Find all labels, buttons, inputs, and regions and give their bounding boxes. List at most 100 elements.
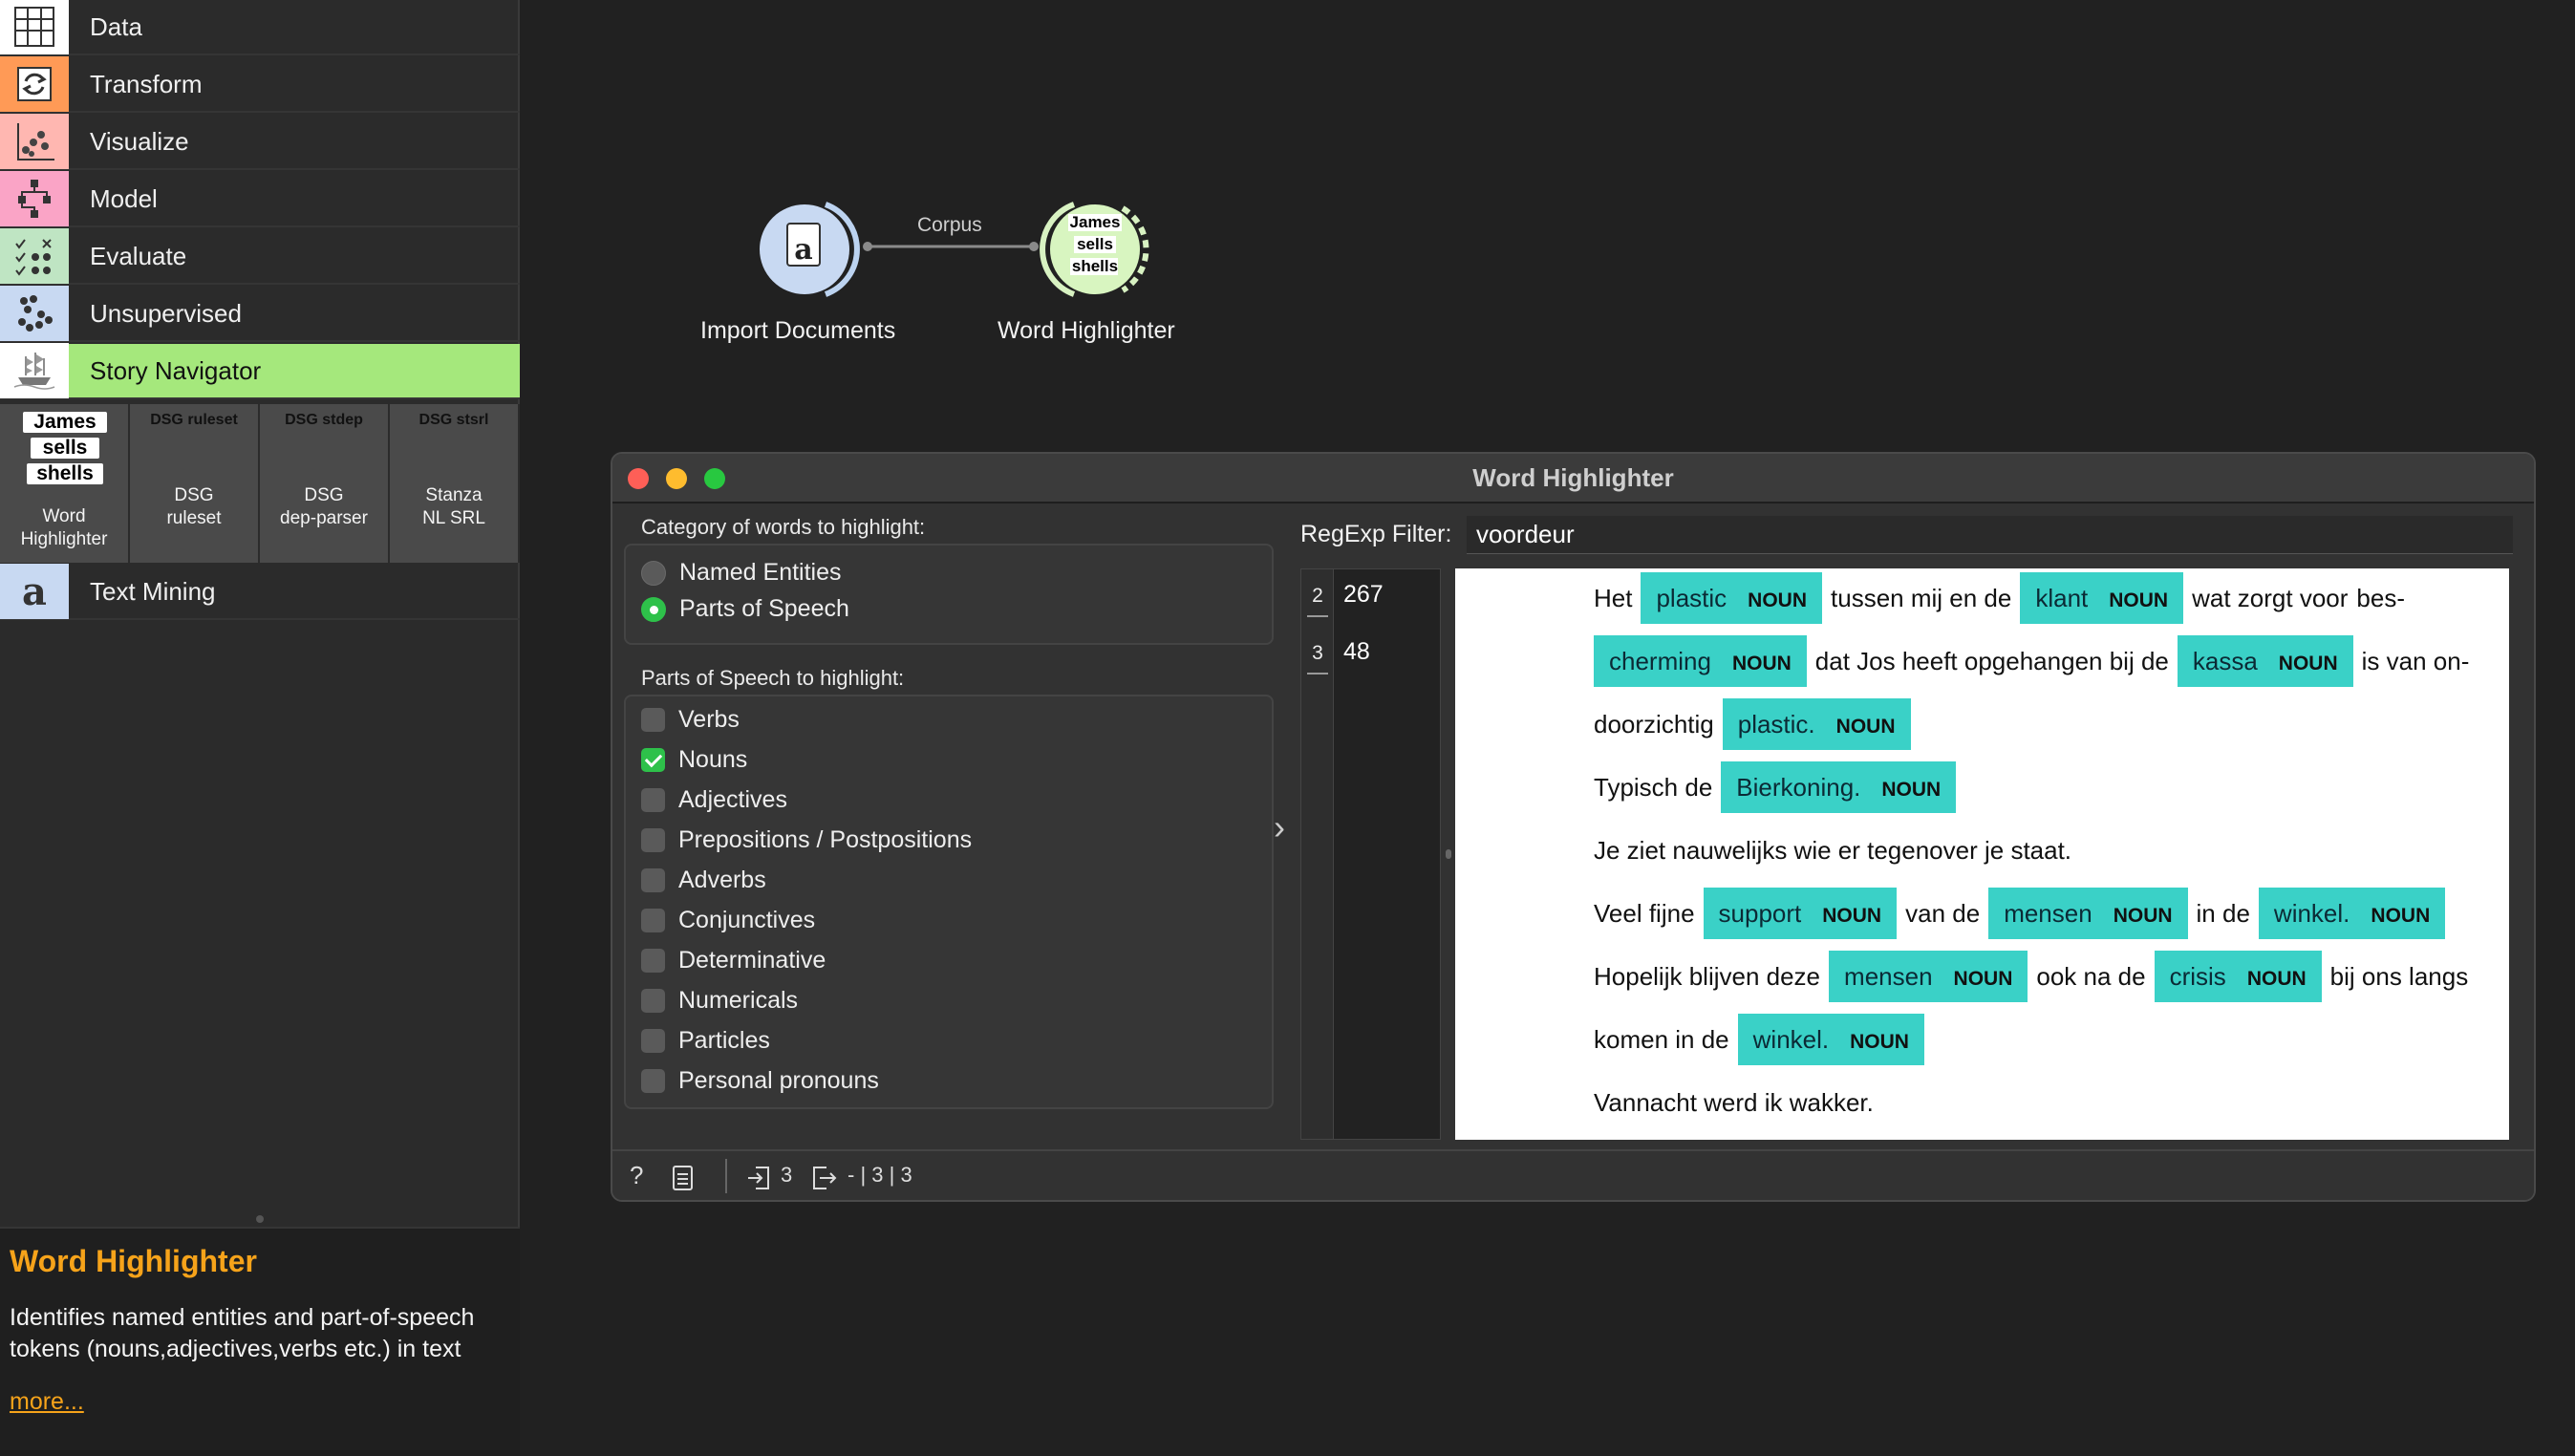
checkbox-numericals[interactable]: Numericals <box>641 987 798 1015</box>
checkbox-personal-pronouns[interactable]: Personal pronouns <box>641 1067 879 1095</box>
help-icon[interactable]: ? <box>630 1161 643 1190</box>
report-icon[interactable] <box>672 1165 695 1191</box>
input-icon <box>748 1167 769 1189</box>
category-visualize[interactable]: Visualize <box>0 114 520 170</box>
plain-text: Je ziet nauwelijks wie er tegenover je s… <box>1594 835 2072 865</box>
transform-icon <box>0 56 69 112</box>
checkbox-indicator <box>641 1069 665 1093</box>
row-index: 3 <box>1312 642 1323 664</box>
token-text: Bierkoning. <box>1736 772 1861 802</box>
highlighted-token: winkel. NOUN <box>1737 1014 1924 1065</box>
table-icon <box>0 0 69 54</box>
widget-stanza-nl-srl[interactable]: DSG stsrl Stanza NL SRL <box>390 404 520 563</box>
token-text: mensen <box>2004 898 2092 928</box>
row-divider <box>1307 615 1328 617</box>
node-word-highlighter[interactable]: James sells shells <box>1032 197 1151 302</box>
plain-text: Hopelijk blijven deze <box>1594 961 1821 991</box>
window-titlebar[interactable]: Word Highlighter <box>612 454 2534 503</box>
checkbox-indicator <box>641 909 665 932</box>
checkbox-label: Verbs <box>678 706 740 733</box>
token-text: crisis <box>2169 961 2226 991</box>
plain-text: Typisch de <box>1594 772 1713 802</box>
widget-word-highlighter[interactable]: James sells shells Word Highlighter <box>0 404 130 563</box>
widget-icon-label: DSG stdep <box>285 412 363 428</box>
description-title: Word Highlighter <box>10 1244 257 1278</box>
plain-text: Het <box>1594 583 1633 612</box>
chevron-right-icon[interactable]: › <box>1274 807 1285 847</box>
pos-tag: NOUN <box>1835 716 1896 738</box>
pos-tag: NOUN <box>2371 905 2431 927</box>
category-evaluate[interactable]: Evaluate <box>0 228 520 285</box>
checkbox-particles[interactable]: Particles <box>641 1027 770 1055</box>
tree-icon <box>0 171 69 226</box>
category-label: Evaluate <box>90 241 187 270</box>
highlighted-token: kassa NOUN <box>2177 635 2353 687</box>
pos-tag: NOUN <box>1953 968 2013 990</box>
checkbox-adverbs[interactable]: Adverbs <box>641 867 766 894</box>
cluster-icon <box>0 286 69 341</box>
category-unsupervised[interactable]: Unsupervised <box>0 286 520 342</box>
document-list[interactable]: 2 267 3 48 <box>1300 568 1441 1140</box>
checkbox-label: Personal pronouns <box>678 1067 879 1094</box>
svg-text:James: James <box>1070 213 1121 231</box>
checkbox-adjectives[interactable]: Adjectives <box>641 786 787 814</box>
pos-tag: NOUN <box>1881 779 1942 801</box>
checkbox-determinative[interactable]: Determinative <box>641 947 826 974</box>
checkbox-prepositions-postpositions[interactable]: Prepositions / Postpositions <box>641 826 972 854</box>
document-view: Het plastic NOUN tussen mij en de klant NOUN w… <box>1455 568 2509 1140</box>
pos-tag: NOUN <box>1731 653 1792 674</box>
plain-text: wat zorgt voor <box>2192 583 2349 612</box>
plain-text: in de <box>2196 898 2250 928</box>
status-bar: ? 3 - | 3 | 3 <box>612 1149 2534 1200</box>
output-summary: - | 3 | 3 <box>848 1163 912 1187</box>
checkbox-label: Adjectives <box>678 786 787 813</box>
highlighted-token: support NOUN <box>1703 888 1898 939</box>
widget-dsg-dep-parser[interactable]: DSG stdep DSG dep-parser <box>260 404 390 563</box>
checkbox-indicator <box>641 1029 665 1053</box>
widget-dsg-ruleset[interactable]: DSG ruleset DSG ruleset <box>130 404 260 563</box>
pos-tag: NOUN <box>1748 589 1808 611</box>
plain-text: bij ons langs <box>2329 961 2469 991</box>
highlighted-token: cherming NOUN <box>1594 635 1807 687</box>
token-text: plastic. <box>1737 709 1815 739</box>
radio-parts-of-speech[interactable]: Parts of Speech <box>641 595 849 623</box>
widget-label: DSG ruleset <box>166 485 222 528</box>
document-line: Vannacht werd ik wakker. <box>1594 1077 1882 1128</box>
row-value[interactable]: 267 <box>1343 581 1384 609</box>
category-label: Transform <box>90 69 203 98</box>
more-link[interactable]: more... <box>10 1388 510 1416</box>
category-label: Visualize <box>90 126 189 156</box>
node-import-documents[interactable]: a <box>759 197 864 302</box>
token-text: winkel. <box>2273 898 2350 928</box>
splitter-handle[interactable] <box>1446 849 1451 859</box>
node-label: Import Documents <box>700 317 896 344</box>
category-model[interactable]: Model <box>0 171 520 227</box>
document-line: Veel fijne support NOUN van de mensen NOUN in … <box>1594 888 2454 939</box>
scatter-icon <box>0 114 69 169</box>
row-value[interactable]: 48 <box>1343 638 1370 666</box>
checkbox-conjunctives[interactable]: Conjunctives <box>641 907 815 934</box>
category-text-mining[interactable]: a Text Mining <box>0 564 520 620</box>
category-transform[interactable]: Transform <box>0 56 520 113</box>
checkbox-nouns[interactable]: Nouns <box>641 746 747 774</box>
token-text: support <box>1718 898 1802 928</box>
pos-tag: NOUN <box>1850 1031 1909 1053</box>
checkbox-verbs[interactable]: Verbs <box>641 706 740 734</box>
highlighted-token: mensen NOUN <box>1829 951 2028 1002</box>
radio-indicator <box>641 596 666 622</box>
splitter-handle[interactable] <box>256 1215 264 1223</box>
highlighted-token: crisis NOUN <box>2154 951 2322 1002</box>
regexp-filter-input[interactable]: voordeur <box>1467 516 2513 554</box>
checkbox-label: Conjunctives <box>678 907 816 933</box>
highlighted-token: Bierkoning. NOUN <box>1721 761 1957 813</box>
token-text: mensen <box>1844 961 1933 991</box>
highlighted-token: klant NOUN <box>2020 572 2184 624</box>
category-section-title: Category of words to highlight: <box>641 515 926 539</box>
document-line: Hopelijk blijven deze mensen NOUN ook na de… <box>1594 951 2477 1002</box>
category-data[interactable]: Data <box>0 0 520 55</box>
category-story-navigator[interactable]: Story Navigator <box>0 343 520 399</box>
checkbox-indicator <box>641 989 665 1013</box>
radio-named-entities[interactable]: Named Entities <box>641 559 842 587</box>
widget-label: Word Highlighter <box>20 506 108 549</box>
filter-label: RegExp Filter: <box>1300 521 1452 547</box>
